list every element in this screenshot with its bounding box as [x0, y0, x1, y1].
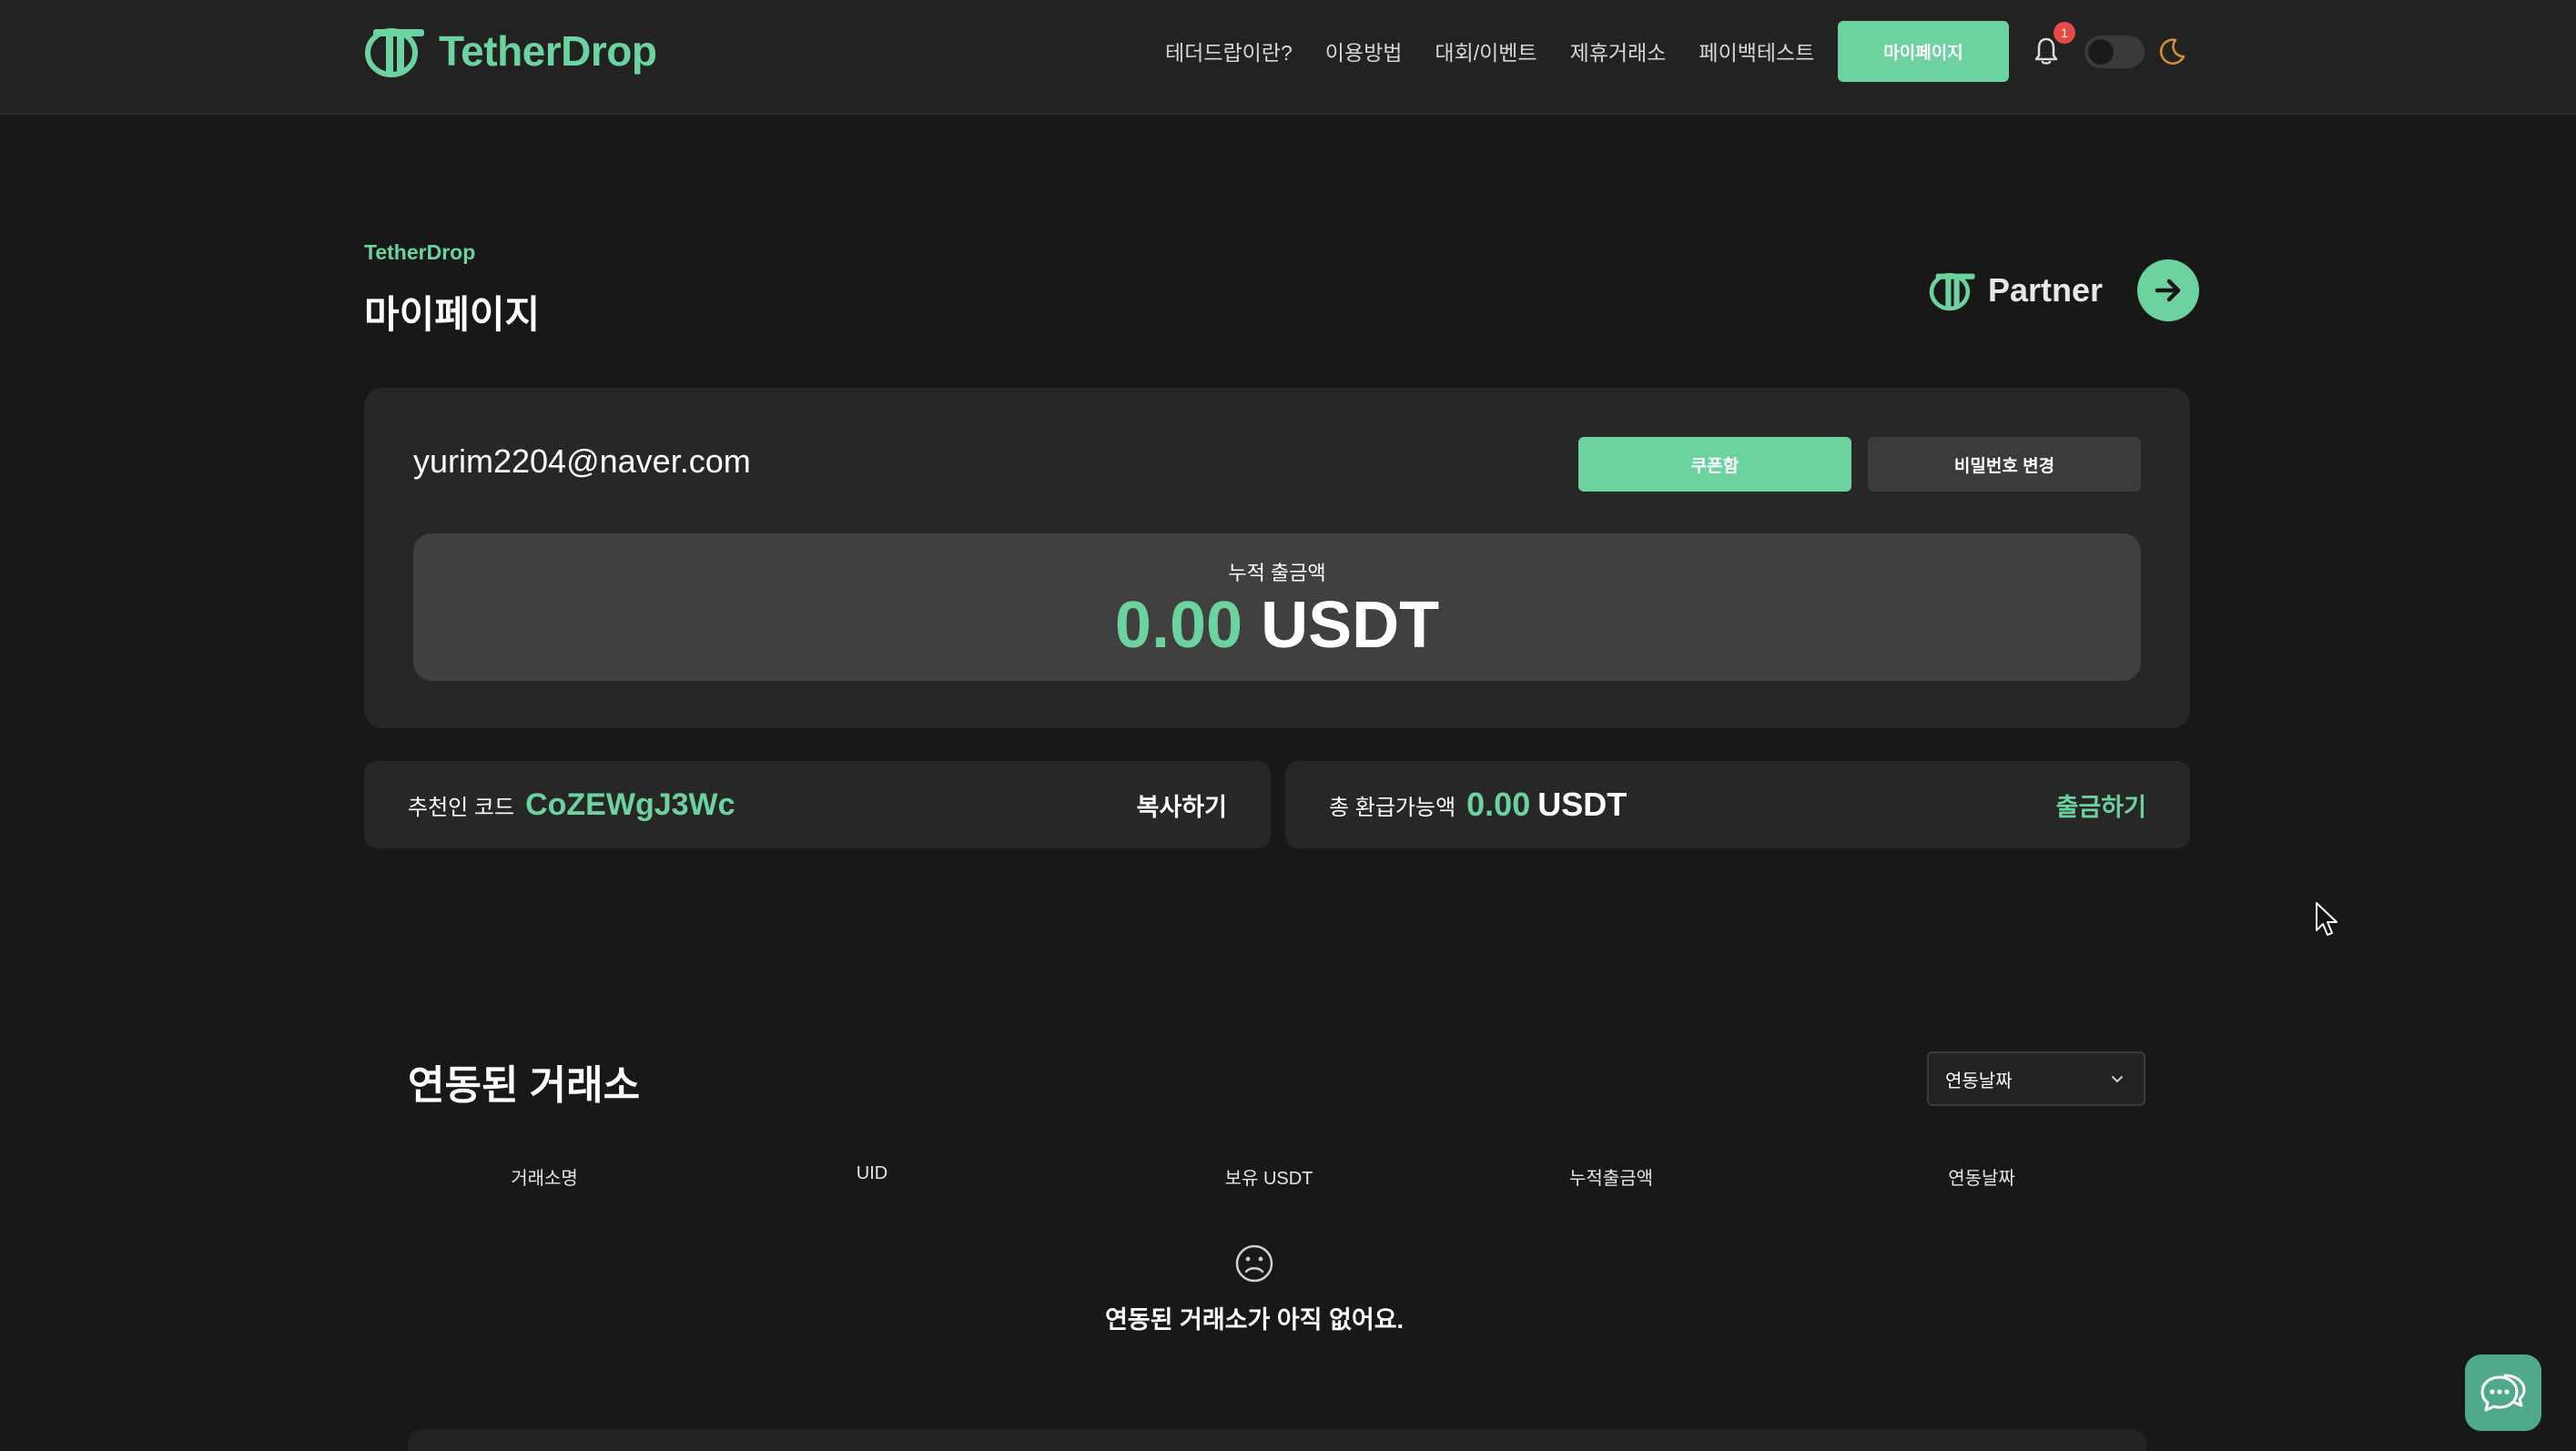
change-password-button[interactable]: 비밀번호 변경 [1868, 437, 2141, 492]
chat-icon [2480, 1374, 2526, 1412]
total-withdrawal-amount: 0.00 [1114, 589, 1243, 662]
refund-unit: USDT [1537, 786, 1628, 823]
sort-select-value: 연동날짜 [1945, 1070, 2013, 1091]
toggle-knob [2088, 39, 2114, 65]
total-withdrawal-value: 0.00 USDT [413, 588, 2141, 663]
site-logo[interactable]: TetherDrop [364, 24, 657, 78]
withdraw-button[interactable]: 출금하기 [2056, 761, 2146, 848]
refund-amount: 0.00 [1466, 786, 1531, 823]
section-title-exchanges: 연동된 거래소 [408, 1063, 641, 1108]
nav-item-partner-exchanges[interactable]: 제휴거래소 [1570, 36, 1667, 66]
coupon-box-button[interactable]: 쿠폰함 [1578, 437, 1851, 492]
referral-label: 추천인 코드 [408, 795, 515, 820]
total-withdrawal-box: 누적 출금액 0.00 USDT [413, 533, 2141, 681]
mypage-button[interactable]: 마이페이지 [1838, 21, 2009, 82]
cursor-icon [2316, 902, 2338, 936]
column-header-uid: UID [856, 1163, 888, 1183]
moon-icon [2159, 38, 2186, 65]
partner-logo-icon [1929, 272, 1975, 311]
empty-state-message: 연동된 거래소가 아직 없어요. [1104, 1306, 1405, 1334]
total-withdrawal-label: 누적 출금액 [1228, 562, 1326, 584]
top-header: TetherDrop 테더드랍이란? 이용방법 대회/이벤트 제휴거래소 페이백… [0, 0, 2576, 115]
page-title: 마이페이지 [364, 293, 541, 336]
partner-link[interactable]: Partner [1928, 259, 2200, 322]
sort-select[interactable]: 연동날짜 [1927, 1051, 2145, 1106]
next-section-panel [408, 1429, 2146, 1451]
column-header-exchange-name: 거래소명 [511, 1169, 578, 1189]
refund-card: 총 환급가능액 0.00 USDT 출금하기 [1285, 761, 2190, 848]
user-email: yurim2204@naver.com [413, 442, 751, 480]
account-card: yurim2204@naver.com 쿠폰함 비밀번호 변경 누적 출금액 0… [364, 388, 2190, 728]
notification-badge: 1 [2054, 22, 2075, 44]
partner-label: Partner [1988, 271, 2104, 309]
logo-icon [365, 28, 424, 77]
nav-item-howto[interactable]: 이용방법 [1325, 36, 1403, 66]
nav-item-about[interactable]: 테더드랍이란? [1165, 36, 1293, 66]
logo-text: TetherDrop [439, 27, 657, 75]
exchanges-table-header: 거래소명 UID 보유 USDT 누적출금액 연동날짜 [0, 1163, 2576, 1191]
chevron-down-icon [2112, 1076, 2123, 1082]
column-header-linked-date: 연동날짜 [1948, 1169, 2015, 1189]
total-withdrawal-unit: USDT [1261, 589, 1440, 662]
copy-button[interactable]: 복사하기 [1137, 761, 1227, 848]
theme-toggle[interactable] [2084, 36, 2145, 68]
main-nav: 테더드랍이란? 이용방법 대회/이벤트 제휴거래소 페이백테스트 [1165, 33, 1847, 69]
brand-subtitle: TetherDrop [364, 240, 476, 264]
nav-item-payback-test[interactable]: 페이백테스트 [1699, 36, 1814, 66]
referral-code: CoZEWgJ3Wc [525, 786, 735, 822]
column-header-held-usdt: 보유 USDT [1224, 1169, 1313, 1189]
column-header-total-withdrawal: 누적출금액 [1569, 1169, 1653, 1189]
arrow-right-icon [2155, 279, 2181, 302]
partner-arrow-button[interactable] [2137, 259, 2200, 321]
nav-item-events[interactable]: 대회/이벤트 [1435, 36, 1536, 66]
refund-label: 총 환급가능액 [1329, 795, 1456, 820]
sad-face-icon [1235, 1244, 1273, 1283]
referral-card: 추천인 코드 CoZEWgJ3Wc 복사하기 [364, 761, 1271, 848]
bell-icon[interactable] [2033, 36, 2059, 66]
chat-support-button[interactable] [2465, 1355, 2541, 1431]
